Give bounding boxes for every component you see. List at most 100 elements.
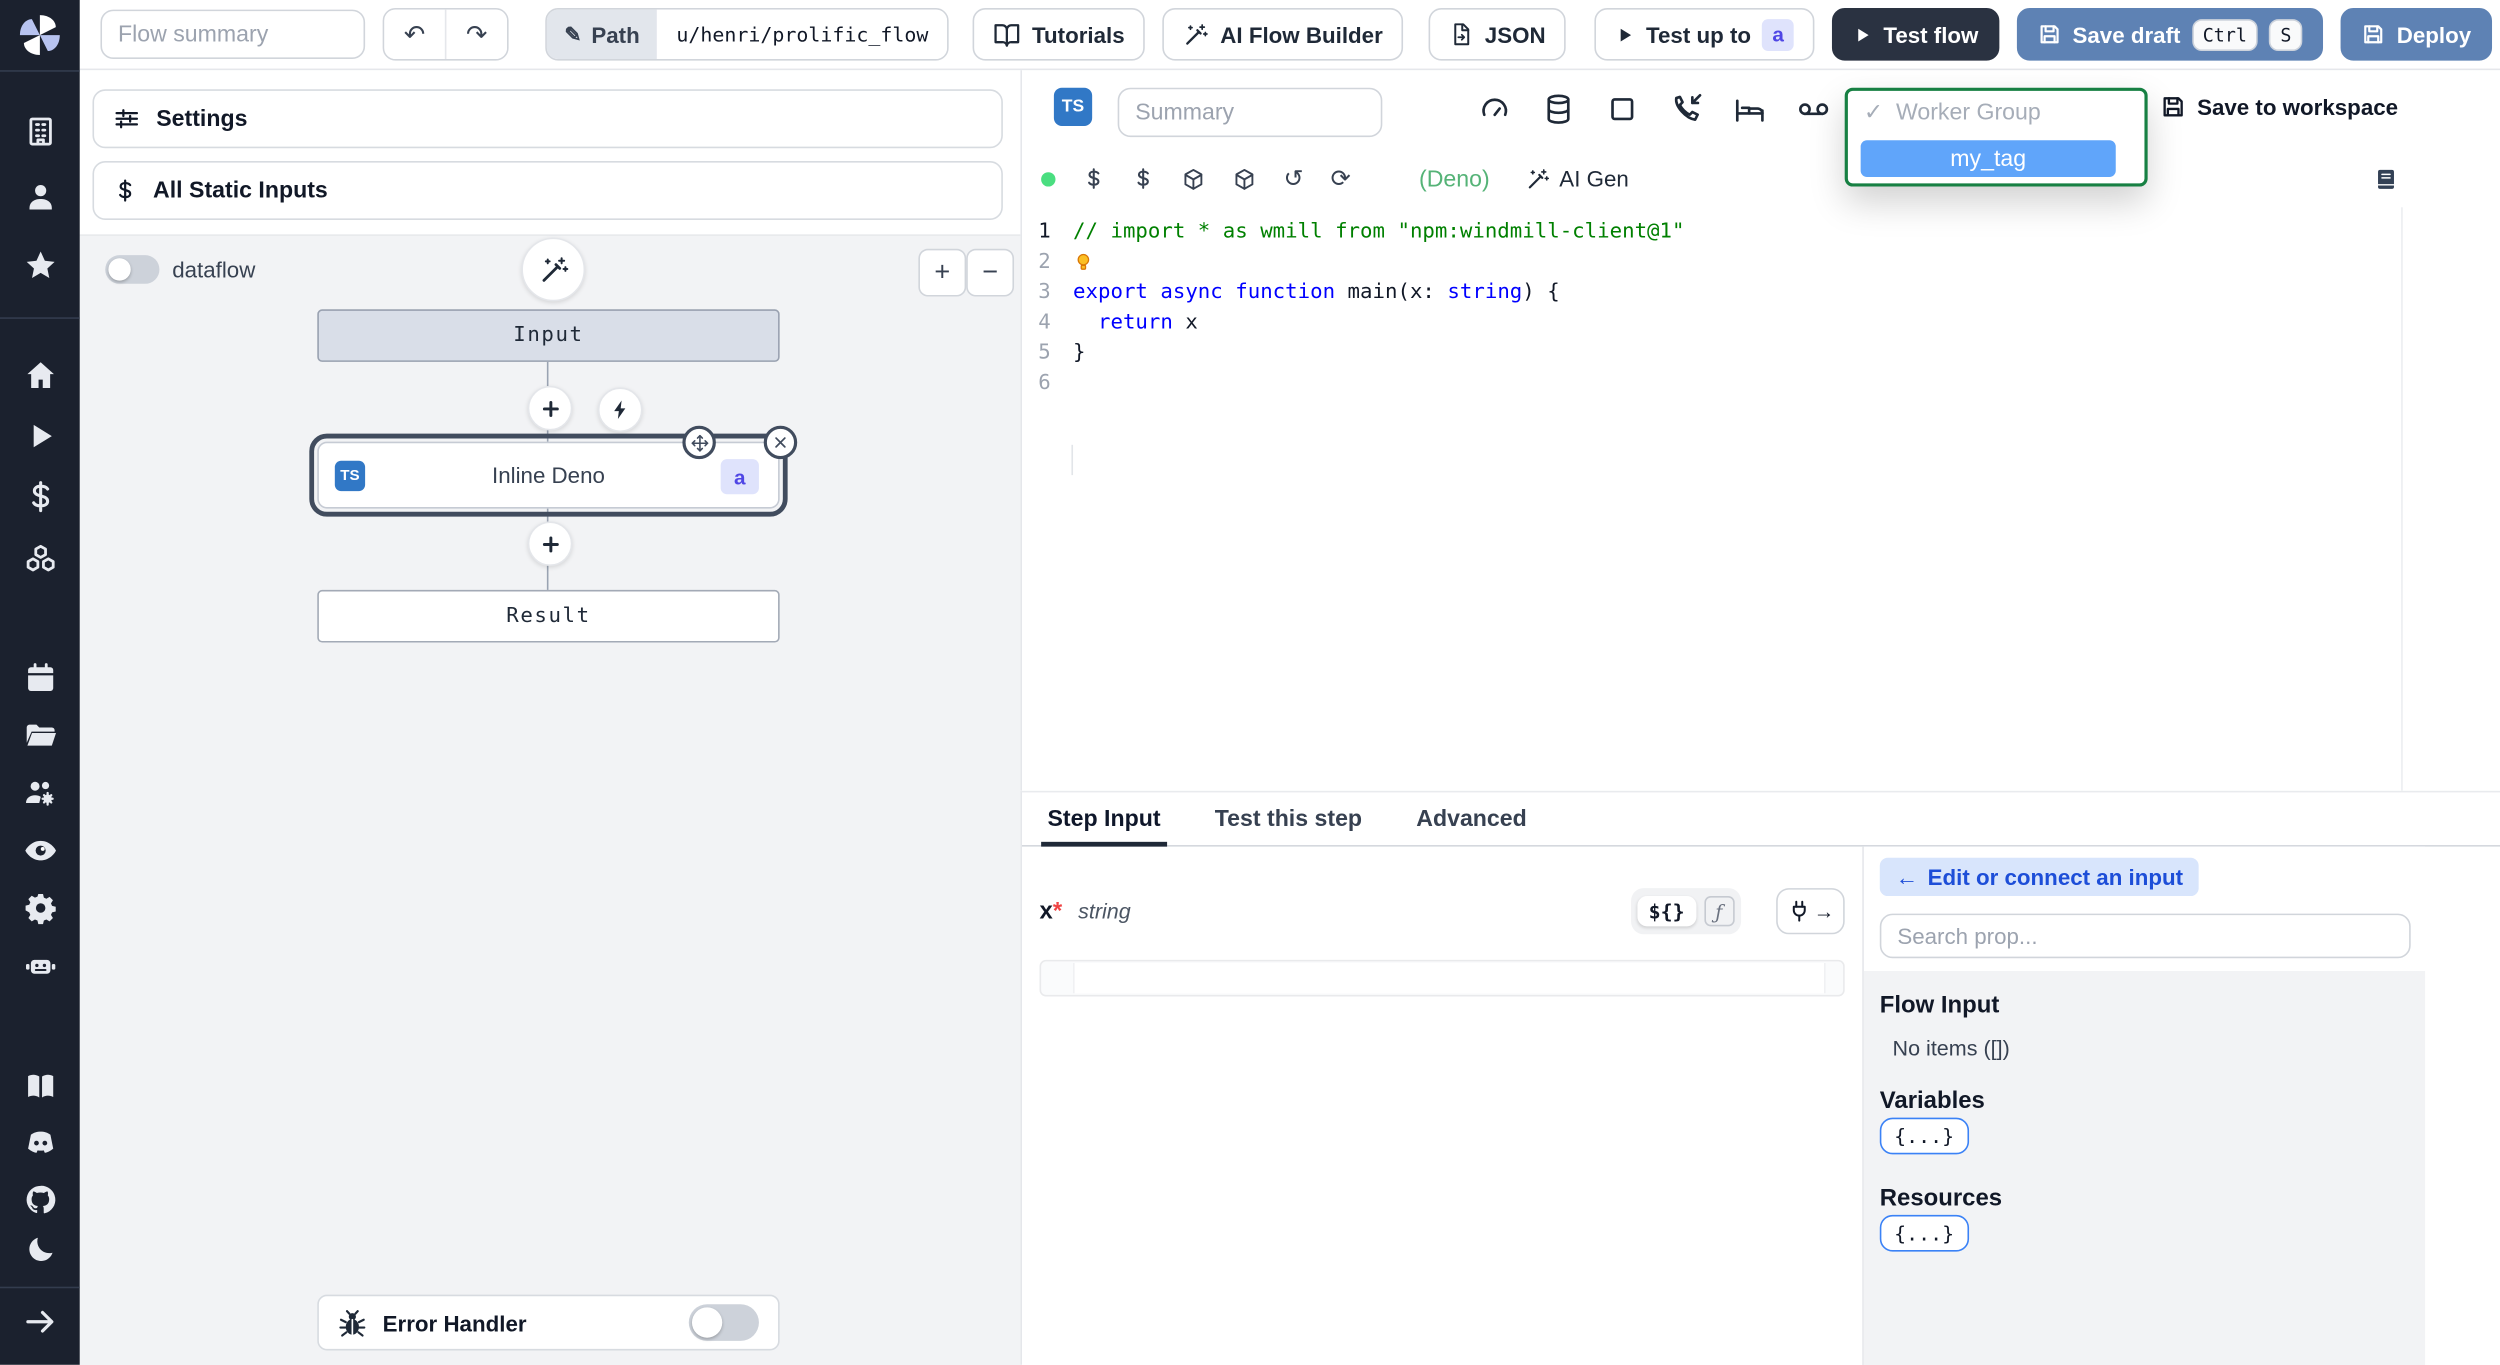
save-to-workspace-button[interactable]: Save to workspace [2160, 94, 2398, 120]
variables-object-badge[interactable]: {...} [1879, 1117, 1969, 1155]
status-dot-icon[interactable] [1041, 171, 1056, 186]
test-up-to-button[interactable]: Test up to a [1595, 7, 1815, 61]
error-handler-row[interactable]: Error Handler [317, 1294, 780, 1351]
cube-icon[interactable] [1232, 167, 1256, 191]
worker-group-placeholder: Worker Group [1895, 100, 2041, 126]
undo-redo-group: ↶ ↷ [382, 7, 509, 61]
sidebar-item-person[interactable] [0, 169, 80, 223]
sidebar-item-moon[interactable] [0, 1221, 80, 1275]
path-value[interactable]: u/henri/prolific_flow [657, 9, 948, 59]
plus-icon [540, 533, 561, 554]
suspend-icon[interactable] [1669, 92, 1702, 125]
gear-icon [23, 890, 56, 923]
flow-settings-row[interactable]: Settings [92, 89, 1003, 149]
sidebar-item-building[interactable] [0, 104, 80, 158]
cache-icon[interactable] [1542, 92, 1575, 125]
flow-node-inline-deno[interactable]: TS Inline Deno a [309, 425, 798, 517]
tab-step-input[interactable]: Step Input [1041, 792, 1167, 847]
worker-group-option-my-tag[interactable]: my_tag [1860, 140, 2116, 177]
worker-group-selected[interactable]: ✓ Worker Group [1848, 91, 2145, 131]
sidebar-item-play[interactable] [0, 408, 80, 462]
robot-icon [23, 948, 56, 981]
sidebar-item-github[interactable] [0, 1172, 80, 1226]
sidebar-item-users-gear[interactable] [0, 765, 80, 819]
ai-gen-button[interactable]: AI Gen [1526, 166, 1629, 191]
step-input-value-editor[interactable] [1039, 959, 1845, 997]
tab-advanced[interactable]: Advanced [1416, 792, 1527, 845]
sidebar-item-dollar[interactable] [0, 469, 80, 523]
cache-icon [1542, 92, 1575, 125]
step-tabs: Step Input Test this step Advanced [1022, 792, 2500, 847]
add-trigger-button[interactable] [597, 387, 643, 433]
cube-icon[interactable] [1181, 167, 1205, 191]
flow-node-input[interactable]: Input [317, 309, 780, 362]
calendar-icon [23, 661, 56, 694]
save-icon [2037, 22, 2061, 46]
fx-mode-button[interactable]: ƒ [1703, 896, 1735, 927]
bolt-icon [609, 399, 631, 421]
sidebar-item-book[interactable] [0, 1059, 80, 1113]
test-flow-button[interactable]: Test flow [1832, 7, 2000, 61]
all-static-inputs-row[interactable]: All Static Inputs [92, 161, 1003, 221]
script-library-icon[interactable] [2374, 166, 2398, 195]
early-stop-icon[interactable] [1606, 92, 1639, 125]
tab-test-this-step[interactable]: Test this step [1215, 792, 1362, 845]
sidebar-item-discord[interactable] [0, 1114, 80, 1168]
save-draft-button[interactable]: Save draft Ctrl S [2016, 7, 2324, 61]
rotate-ccw-icon[interactable]: ↺ [1283, 167, 1303, 191]
sidebar-item-windmill-logo[interactable] [0, 8, 80, 62]
move-node-button[interactable] [682, 425, 716, 460]
deploy-label: Deploy [2396, 21, 2472, 48]
sidebar-item-home[interactable] [0, 348, 80, 402]
cube-icon [1181, 167, 1205, 191]
sidebar-item-star[interactable] [0, 238, 80, 292]
search-prop-input[interactable] [1879, 913, 2411, 959]
sidebar-item-cubes[interactable] [0, 531, 80, 585]
deploy-button[interactable]: Deploy [2340, 7, 2492, 61]
field-label: x* string [1040, 898, 1131, 925]
sidebar-item-robot[interactable] [0, 938, 80, 992]
play-icon [1616, 25, 1635, 44]
code-editor[interactable]: 1// import * as wmill from "npm:windmill… [1022, 207, 2402, 791]
tutorials-button[interactable]: Tutorials [973, 7, 1146, 61]
home-icon [23, 358, 56, 391]
sleep-icon[interactable] [1733, 92, 1766, 125]
json-button[interactable]: JSON [1428, 7, 1567, 61]
edit-or-connect-button[interactable]: ← Edit or connect an input [1879, 857, 2200, 897]
redo-button[interactable]: ↷ [444, 9, 508, 59]
sidebar-divider [0, 1286, 80, 1289]
add-step-button-top[interactable] [527, 385, 573, 431]
sidebar-item-calendar[interactable] [0, 651, 80, 705]
flow-summary-input[interactable] [100, 9, 366, 59]
error-handler-toggle[interactable] [688, 1304, 759, 1341]
concurrency-icon[interactable] [1478, 92, 1511, 125]
book-open-icon [994, 21, 1021, 48]
dollar-icon[interactable] [1132, 167, 1154, 189]
sidebar-item-folder-open[interactable] [0, 708, 80, 762]
sidebar-item-eye[interactable] [0, 823, 80, 877]
sidebar-item-gear[interactable] [0, 880, 80, 934]
path-button[interactable]: ✎ Path [546, 9, 658, 59]
zoom-in-button[interactable]: + [918, 248, 967, 297]
retries-icon[interactable] [1414, 92, 1447, 125]
flow-graph-canvas[interactable]: dataflow + − Input TS Inline Deno a Resu… [79, 234, 1021, 1365]
sidebar-item-arrow-right[interactable] [0, 1295, 80, 1349]
resources-object-badge[interactable]: {...} [1879, 1214, 1969, 1252]
line-number: 4 [1038, 310, 1051, 335]
ai-wand-button[interactable] [521, 237, 586, 302]
zoom-out-button[interactable]: − [966, 248, 1015, 297]
delete-node-button[interactable] [763, 425, 798, 460]
connect-input-button[interactable]: → [1776, 888, 1845, 935]
step-summary-input[interactable] [1117, 87, 1383, 138]
undo-button[interactable]: ↶ [384, 9, 445, 59]
dataflow-toggle[interactable] [105, 255, 160, 284]
ai-flow-builder-button[interactable]: AI Flow Builder [1162, 7, 1404, 61]
redo-icon: ↷ [466, 21, 488, 49]
refresh-icon[interactable]: ⟳ [1331, 167, 1351, 191]
mock-icon[interactable] [1797, 92, 1830, 125]
flow-node-result[interactable]: Result [317, 589, 780, 643]
star-icon [23, 248, 56, 281]
template-mode-button[interactable]: ${} [1637, 896, 1696, 927]
add-step-button-bottom[interactable] [527, 521, 573, 567]
dollar-icon[interactable] [1083, 167, 1105, 189]
